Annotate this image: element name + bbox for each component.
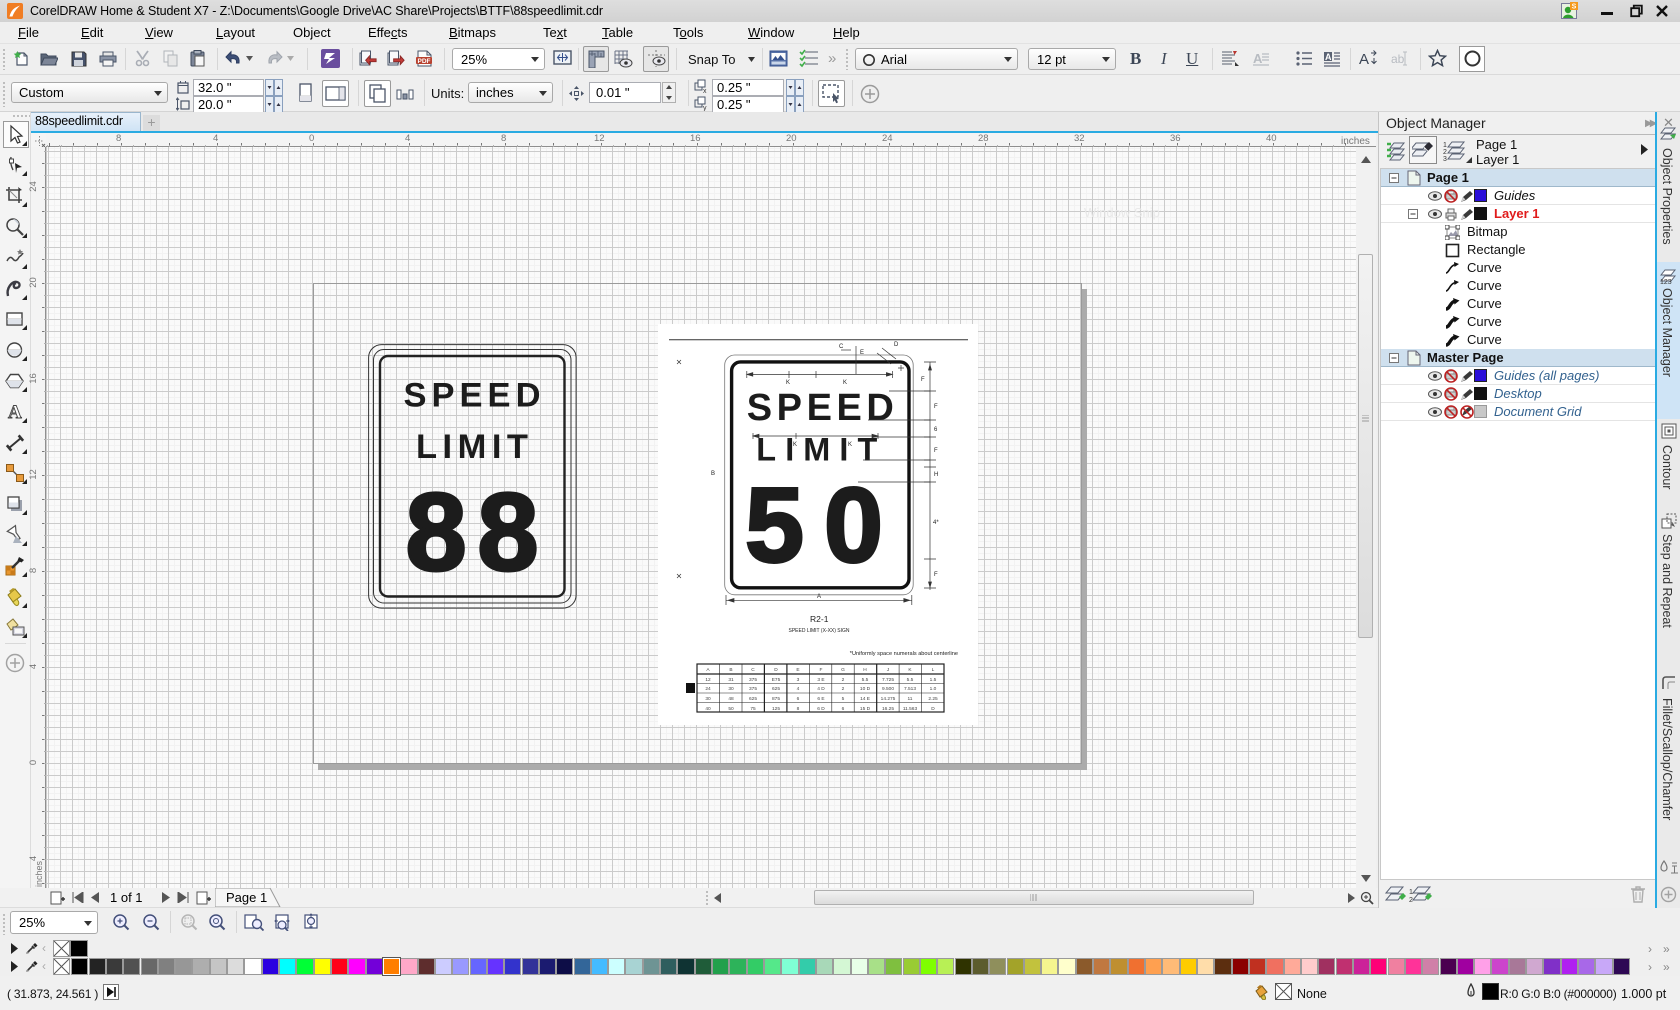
- svg-text:2: 2: [842, 686, 845, 692]
- svg-text:31: 31: [728, 677, 734, 683]
- svg-text:B: B: [729, 667, 732, 673]
- svg-text:E: E: [860, 350, 864, 356]
- svg-text:E75: E75: [772, 677, 781, 683]
- svg-text:16.25: 16.25: [882, 706, 894, 712]
- svg-text:4*: 4*: [933, 520, 939, 526]
- svg-text:6: 6: [797, 696, 800, 702]
- svg-text:A: A: [1325, 52, 1332, 62]
- svg-text:40: 40: [705, 706, 711, 712]
- svg-text:D: D: [774, 667, 778, 673]
- svg-text:D: D: [894, 342, 899, 348]
- svg-text:50: 50: [728, 706, 734, 712]
- svg-text:x: x: [703, 88, 707, 94]
- svg-text:K: K: [786, 380, 790, 386]
- svg-text:E: E: [796, 667, 799, 673]
- svg-text:PDF: PDF: [418, 58, 431, 65]
- svg-text:2.25: 2.25: [928, 696, 938, 702]
- svg-text:7.513: 7.513: [904, 686, 916, 692]
- svg-text:K: K: [793, 442, 797, 448]
- svg-text:10 D: 10 D: [860, 686, 871, 692]
- svg-text:1.5: 1.5: [930, 677, 937, 683]
- svg-text:14 E: 14 E: [860, 696, 870, 702]
- svg-text:4 D: 4 D: [817, 686, 825, 692]
- svg-text:L: L: [932, 667, 935, 673]
- svg-text:H: H: [863, 667, 867, 673]
- svg-text:11.563: 11.563: [903, 706, 918, 712]
- svg-text:F: F: [921, 377, 925, 383]
- svg-text:LIMIT: LIMIT: [416, 428, 528, 466]
- svg-text:625: 625: [772, 686, 780, 692]
- svg-text:F: F: [820, 667, 823, 673]
- svg-text:SPEED: SPEED: [747, 387, 894, 429]
- svg-text:88: 88: [406, 471, 539, 594]
- svg-text:2: 2: [842, 677, 845, 683]
- svg-text:y: y: [703, 105, 707, 111]
- svg-text:H: H: [934, 472, 938, 478]
- svg-text:5.5: 5.5: [862, 677, 869, 683]
- svg-text:D: D: [931, 706, 935, 712]
- svg-text:C: C: [839, 344, 844, 350]
- svg-text:625: 625: [749, 696, 757, 702]
- svg-text:ab: ab: [1391, 52, 1405, 66]
- svg-text:8: 8: [797, 706, 800, 712]
- svg-text:6: 6: [842, 706, 845, 712]
- svg-text:S: S: [1572, 4, 1577, 11]
- svg-text:375: 375: [749, 677, 757, 683]
- svg-text:875: 875: [772, 696, 780, 702]
- svg-text:K: K: [843, 380, 847, 386]
- svg-text:375: 375: [749, 686, 757, 692]
- svg-text:K: K: [848, 442, 852, 448]
- svg-text:2: 2: [1409, 897, 1413, 904]
- svg-text:14.275: 14.275: [881, 696, 896, 702]
- svg-text:G: G: [841, 667, 845, 673]
- svg-text:1.0: 1.0: [930, 686, 937, 692]
- svg-text:5.5: 5.5: [907, 677, 914, 683]
- svg-text:11: 11: [908, 696, 913, 702]
- svg-text:A: A: [1253, 51, 1263, 66]
- svg-text:A: A: [817, 594, 821, 600]
- svg-text:R2-1: R2-1: [810, 614, 829, 624]
- svg-text:6 E: 6 E: [817, 696, 824, 702]
- svg-text:125: 125: [772, 706, 780, 712]
- svg-text:LIMIT: LIMIT: [756, 431, 877, 467]
- svg-text:1: 1: [1443, 142, 1447, 149]
- svg-text:C: C: [751, 667, 755, 673]
- svg-text:F: F: [934, 572, 938, 578]
- svg-text:A: A: [1359, 51, 1369, 68]
- svg-text:75: 75: [750, 706, 756, 712]
- svg-text:SPEED: SPEED: [404, 377, 541, 415]
- svg-text:123: 123: [1660, 279, 1672, 285]
- svg-text:3 E: 3 E: [817, 677, 824, 683]
- svg-text:F: F: [934, 448, 938, 454]
- svg-text:3: 3: [1443, 156, 1447, 161]
- svg-text:A: A: [8, 402, 22, 423]
- svg-text:24: 24: [705, 686, 711, 692]
- svg-text:30: 30: [728, 686, 734, 692]
- svg-text:1: 1: [1409, 889, 1413, 896]
- svg-text:SPEED LIMIT (X-XX) SIGN: SPEED LIMIT (X-XX) SIGN: [788, 628, 849, 634]
- svg-text:15 D: 15 D: [860, 706, 871, 712]
- svg-text:4: 4: [797, 686, 800, 692]
- svg-text:48: 48: [728, 696, 734, 702]
- svg-text:6 D: 6 D: [817, 706, 825, 712]
- svg-text:12: 12: [705, 677, 711, 683]
- svg-text:3: 3: [797, 677, 800, 683]
- svg-text:9.500: 9.500: [882, 686, 894, 692]
- svg-text:5: 5: [842, 696, 845, 702]
- svg-text:*Uniformly space numerals abou: *Uniformly space numerals about centerli…: [850, 651, 958, 657]
- svg-text:2: 2: [1443, 149, 1447, 156]
- svg-text:F: F: [934, 404, 938, 410]
- svg-text:7.725: 7.725: [882, 677, 894, 683]
- svg-text:B: B: [711, 471, 715, 477]
- svg-text:30: 30: [705, 696, 711, 702]
